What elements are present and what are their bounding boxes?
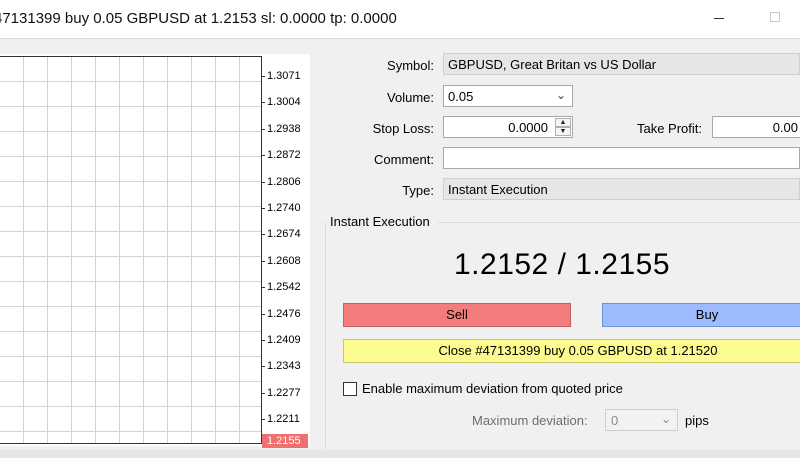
max-deviation-select[interactable]: 0 ⌄ (605, 409, 678, 431)
stop-loss-input[interactable]: 0.0000 ▲ ▼ (443, 116, 573, 138)
chevron-down-icon: ⌄ (555, 88, 566, 102)
stop-loss-label: Stop Loss: (372, 121, 434, 136)
stop-loss-stepper[interactable]: ▲ ▼ (555, 118, 571, 136)
type-select[interactable]: Instant Execution (443, 178, 800, 200)
price-axis: 1.3071 1.3004 1.2938 1.2872 1.2806 1.2740 1.26… (262, 70, 301, 426)
symbol-label: Symbol: (387, 58, 434, 73)
section-title: Instant Execution (330, 214, 430, 229)
buy-button[interactable]: Buy (602, 303, 800, 327)
sell-button[interactable]: Sell (343, 303, 571, 327)
chart-plot-area (0, 56, 262, 444)
max-deviation-checkbox-label: Enable maximum deviation from quoted pri… (362, 381, 623, 396)
symbol-field[interactable]: GBPUSD, Great Britan vs US Dollar (443, 53, 800, 75)
comment-label: Comment: (374, 152, 434, 167)
type-label: Type: (402, 183, 434, 198)
deviation-unit: pips (685, 413, 709, 428)
bid-ask-quote: 1.2152 / 1.2155 (453, 248, 671, 281)
max-deviation-label: Maximum deviation: (472, 413, 588, 428)
window-bottom-edge (0, 450, 800, 458)
price-chart: 1.3071 1.3004 1.2938 1.2872 1.2806 1.2740 1.26… (0, 54, 310, 448)
max-deviation-checkbox[interactable] (343, 382, 357, 396)
comment-input[interactable] (443, 147, 800, 169)
take-profit-input[interactable]: 0.00 (712, 116, 800, 138)
current-price-tag: 1.2155 (262, 434, 308, 448)
chevron-down-icon: ⌄ (660, 412, 671, 426)
title-bar: 47131399 buy 0.05 GBPUSD at 1.2153 sl: 0… (0, 0, 800, 39)
spin-up-icon[interactable]: ▲ (555, 118, 571, 127)
minimize-icon[interactable] (714, 18, 724, 19)
volume-label: Volume: (387, 90, 434, 105)
spin-down-icon[interactable]: ▼ (555, 127, 571, 136)
volume-select[interactable]: 0.05 ⌄ (443, 85, 573, 107)
maximize-icon[interactable] (770, 12, 780, 22)
section-divider (438, 222, 800, 223)
close-position-button[interactable]: Close #47131399 buy 0.05 GBPUSD at 1.215… (343, 339, 800, 363)
window-title: 47131399 buy 0.05 GBPUSD at 1.2153 sl: 0… (0, 10, 397, 27)
take-profit-label: Take Profit: (636, 121, 702, 136)
